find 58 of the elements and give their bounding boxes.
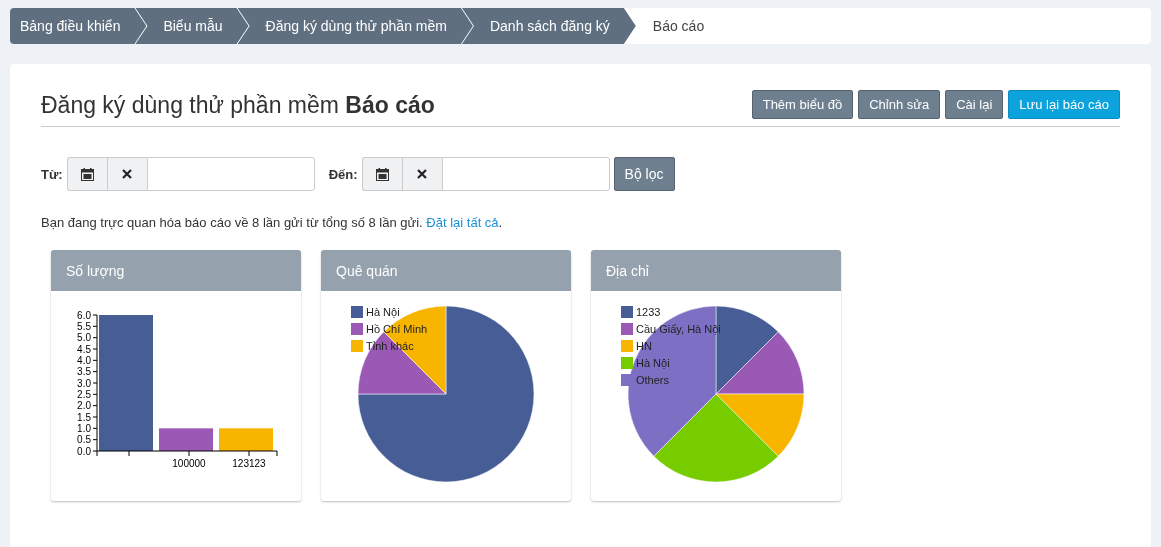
close-icon (417, 169, 428, 179)
breadcrumb-item[interactable]: Biểu mẫu (135, 8, 249, 44)
legend-label: Cầu Giấy, Hà Nội (636, 323, 721, 335)
axis-label: 0.0 (77, 445, 91, 457)
toolbar-button[interactable]: Chỉnh sửa (858, 90, 941, 119)
axis-label: 3.5 (77, 366, 91, 378)
breadcrumb-item[interactable]: Đăng ký dùng thử phần mềm (237, 8, 473, 44)
toolbar-button[interactable]: Lưu lại báo cáo (1008, 90, 1120, 119)
legend-label: Others (636, 374, 669, 386)
axis-label: 2.0 (77, 400, 91, 412)
bar (159, 428, 213, 451)
axis-label: 6.0 (77, 309, 91, 321)
axis-label: 123123 (232, 458, 266, 469)
legend-swatch (621, 340, 633, 352)
date-label: Từ: (41, 166, 63, 182)
legend-label: 1233 (636, 306, 661, 318)
calendar-button[interactable] (361, 157, 402, 191)
toolbar-button[interactable]: Thêm biểu đồ (751, 90, 854, 119)
chart-title: Quê quán (336, 262, 398, 279)
legend-swatch (621, 323, 633, 335)
info-text: Bạn đang trực quan hóa báo cáo về 8 lần gửi từ tổng số 8 lần gửi. Đặt lại tất cả. (41, 215, 504, 230)
legend-swatch (351, 340, 363, 352)
clear-button[interactable] (106, 157, 147, 191)
axis-label: 2.5 (77, 388, 91, 400)
axis-label: 1.5 (77, 411, 91, 423)
reset-link[interactable]: Đặt lại tất cả (426, 215, 499, 230)
bar (219, 428, 273, 451)
date-label: Đến: (328, 166, 358, 182)
axis-label: 5.0 (77, 332, 91, 344)
chart-title: Số lượng (66, 262, 125, 279)
chart-title: Địa chỉ (606, 262, 649, 279)
page-title: Đăng ký dùng thử phần mềm Báo cáo (41, 92, 435, 119)
current-page-label: Báo cáo (652, 18, 705, 34)
legend-swatch (351, 306, 363, 318)
axis-label: 3.0 (77, 377, 91, 389)
calendar-button[interactable] (66, 157, 107, 191)
legend-swatch (621, 374, 633, 386)
close-icon (122, 169, 133, 179)
axis-label: 4.5 (77, 343, 91, 355)
toolbar-button[interactable]: Cài lại (945, 90, 1004, 119)
breadcrumb-item[interactable]: Danh sách đăng ký (461, 8, 636, 44)
legend-swatch (621, 306, 633, 318)
calendar-icon (375, 167, 389, 181)
date-input[interactable] (146, 157, 315, 191)
axis-label: 4.0 (77, 354, 91, 366)
calendar-icon (80, 167, 94, 181)
axis-label: 0.5 (77, 434, 91, 446)
axis-label: 100000 (172, 458, 206, 469)
axis-label: 1.0 (77, 422, 91, 434)
legend-label: Hà Nội (636, 357, 670, 369)
date-input[interactable] (441, 157, 610, 191)
clear-button[interactable] (401, 157, 442, 191)
legend-swatch (621, 357, 633, 369)
legend-swatch (351, 323, 363, 335)
filter-button[interactable]: Bộ lọc (613, 157, 675, 191)
legend-label: Hà Nội (366, 306, 400, 318)
breadcrumb-item[interactable]: Bảng điều khiển (10, 8, 147, 44)
axis-label: 5.5 (77, 320, 91, 332)
